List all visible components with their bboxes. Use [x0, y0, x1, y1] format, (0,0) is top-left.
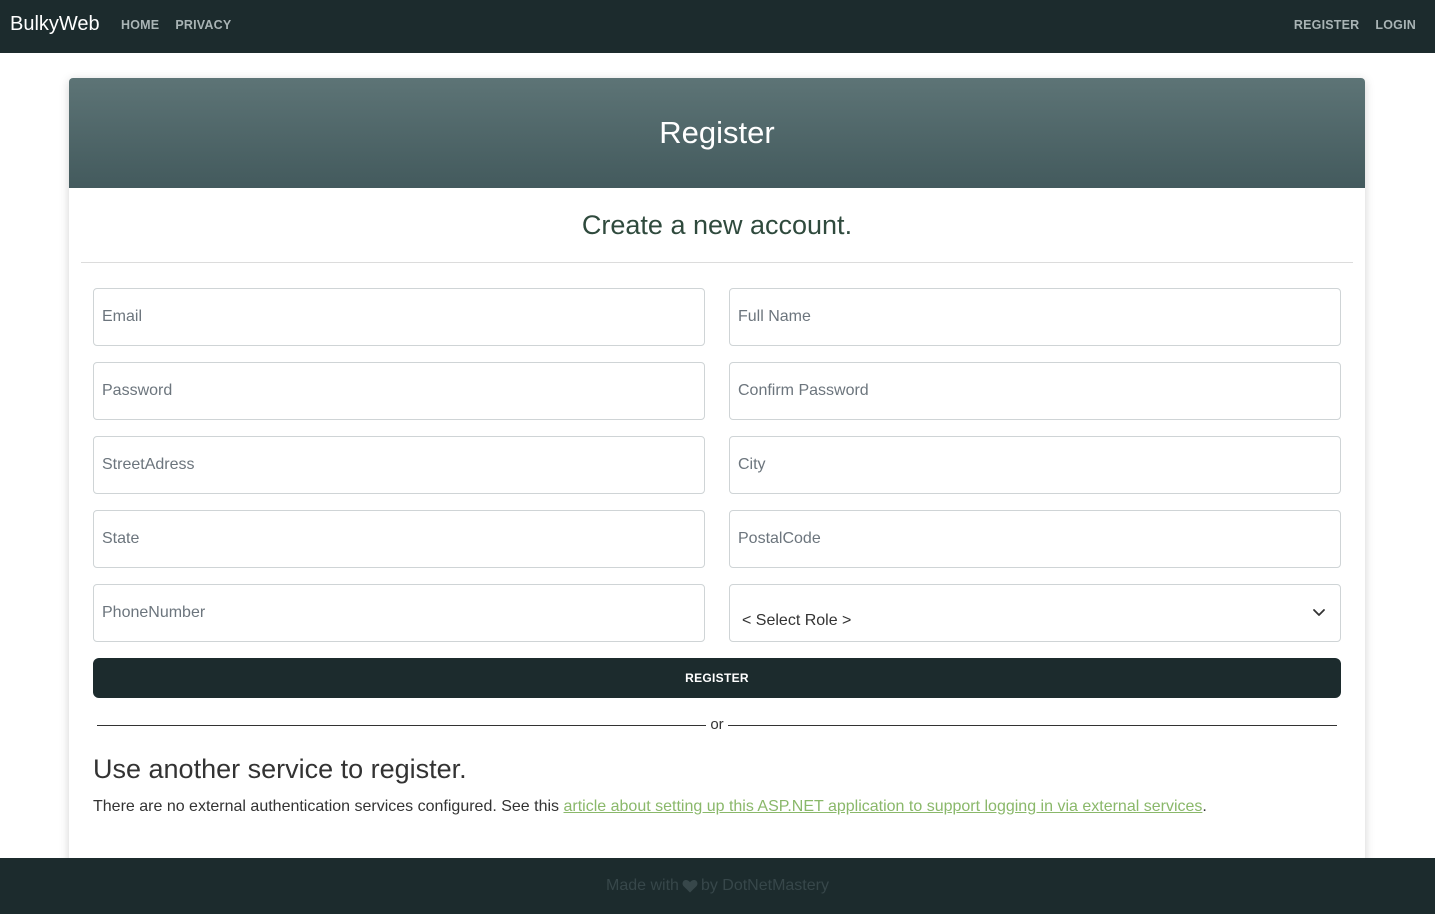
- heart-icon: [682, 879, 698, 893]
- city-field-wrapper: [729, 436, 1341, 494]
- brand-logo-link[interactable]: BulkyWeb: [10, 13, 100, 36]
- phone-number-input[interactable]: [94, 585, 704, 641]
- full-name-field-wrapper: [729, 288, 1341, 346]
- confirm-password-field-wrapper: [729, 362, 1341, 420]
- top-navbar: BulkyWeb HOME PRIVACY REGISTER LOGIN: [0, 0, 1435, 53]
- external-text-after: .: [1202, 798, 1207, 815]
- city-input[interactable]: [730, 437, 1340, 493]
- footer-made-with: Made with: [606, 877, 679, 894]
- chevron-down-icon: [1313, 609, 1325, 616]
- full-name-input[interactable]: [730, 289, 1340, 345]
- nav-right-group: REGISTER LOGIN: [1294, 18, 1416, 32]
- card-header: Register: [69, 78, 1365, 188]
- nav-register-link[interactable]: REGISTER: [1294, 18, 1360, 32]
- nav-login-link[interactable]: LOGIN: [1375, 18, 1416, 32]
- email-input[interactable]: [94, 289, 704, 345]
- divider: [81, 262, 1353, 263]
- or-divider-left: [97, 725, 706, 726]
- street-address-field-wrapper: [93, 436, 705, 494]
- form-subtitle: Create a new account.: [581, 210, 853, 240]
- nav-privacy-link[interactable]: PRIVACY: [175, 18, 231, 32]
- external-services-article-link[interactable]: article about setting up this ASP.NET ap…: [564, 798, 1203, 815]
- page-footer: Made with by DotNetMastery: [0, 858, 1435, 914]
- page-title: Register: [659, 115, 775, 150]
- external-text-before: There are no external authentication ser…: [93, 798, 564, 815]
- nav-home-link[interactable]: HOME: [121, 18, 159, 32]
- email-field-wrapper: [93, 288, 705, 346]
- register-card: Register Create a new account. < Select …: [69, 78, 1365, 878]
- password-field-wrapper: [93, 362, 705, 420]
- or-divider-right: [728, 725, 1337, 726]
- nav-left-group: HOME PRIVACY: [121, 18, 231, 32]
- state-input[interactable]: [94, 511, 704, 567]
- confirm-password-input[interactable]: [730, 363, 1340, 419]
- postal-code-field-wrapper: [729, 510, 1341, 568]
- external-services-text: There are no external authentication ser…: [93, 798, 1207, 816]
- footer-by-text: by DotNetMastery: [700, 877, 829, 894]
- state-field-wrapper: [93, 510, 705, 568]
- or-divider-text: or: [710, 716, 724, 733]
- phone-number-field-wrapper: [93, 584, 705, 642]
- street-address-input[interactable]: [94, 437, 704, 493]
- password-input[interactable]: [94, 363, 704, 419]
- external-services-heading: Use another service to register.: [93, 754, 467, 784]
- postal-code-input[interactable]: [730, 511, 1340, 567]
- role-select-value: < Select Role >: [742, 612, 852, 629]
- register-submit-button[interactable]: REGISTER: [93, 658, 1341, 698]
- role-select[interactable]: < Select Role >: [729, 584, 1341, 642]
